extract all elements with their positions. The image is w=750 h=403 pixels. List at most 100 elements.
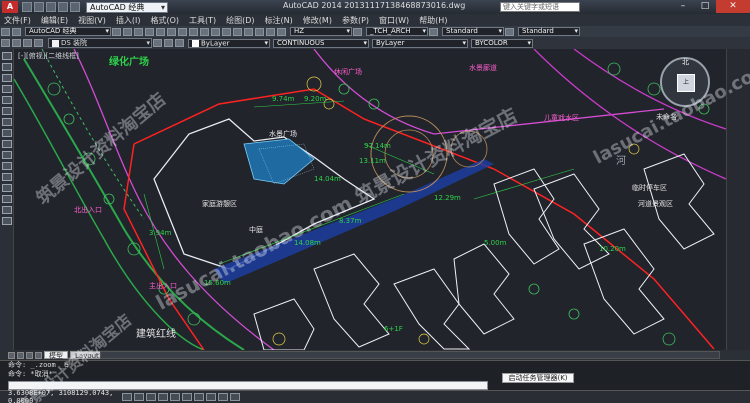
tab-prev-icon[interactable] (17, 351, 24, 359)
redo-icon[interactable] (70, 2, 80, 12)
tool-icon[interactable] (1, 27, 10, 36)
spline-icon[interactable] (1, 118, 12, 126)
new-icon[interactable] (22, 2, 32, 12)
grid-icon[interactable] (134, 393, 144, 401)
region-icon[interactable] (1, 195, 12, 203)
viewport-controls-label[interactable]: [-][俯视][二维线框] (18, 51, 79, 61)
app-menu-button[interactable]: A (2, 1, 18, 13)
polyline-icon[interactable] (1, 63, 12, 71)
mtext-icon[interactable] (1, 217, 12, 225)
tab-next-icon[interactable] (26, 351, 33, 359)
menu-parametric[interactable]: 参数(P) (342, 15, 369, 26)
transparency-icon[interactable] (230, 393, 240, 401)
tool-icon[interactable] (134, 27, 143, 36)
lock-icon[interactable] (34, 39, 43, 47)
dim-style-dropdown[interactable]: _TCH_ARCH (366, 27, 428, 36)
menu-window[interactable]: 窗口(W) (379, 15, 409, 26)
plotstyle-dropdown[interactable]: BYCOLOR (471, 38, 533, 48)
tool-icon[interactable] (266, 27, 275, 36)
tool-icon[interactable] (211, 27, 220, 36)
menu-dimension[interactable]: 标注(N) (265, 15, 293, 26)
table-icon[interactable] (1, 206, 12, 214)
ducs-icon[interactable] (194, 393, 204, 401)
menu-format[interactable]: 格式(O) (150, 15, 179, 26)
make-block-icon[interactable] (1, 151, 12, 159)
save-icon[interactable] (46, 2, 56, 12)
text-style-dropdown[interactable]: HZ (290, 27, 352, 36)
tab-last-icon[interactable] (35, 351, 42, 359)
tab-first-icon[interactable] (8, 351, 15, 359)
linetype-dropdown[interactable]: CONTINUOUS (273, 38, 369, 48)
tool-icon[interactable] (156, 27, 165, 36)
menu-insert[interactable]: 插入(I) (116, 15, 141, 26)
color-dropdown[interactable]: ByLayer (188, 38, 270, 48)
search-input[interactable]: 键入关键字或短语 (500, 2, 580, 12)
layer-previous-icon[interactable] (153, 39, 162, 47)
viewcube[interactable]: 北 上 (660, 57, 710, 107)
mleader-style-dropdown[interactable]: Standard (518, 27, 580, 36)
ellipse-icon[interactable] (1, 129, 12, 137)
tool-icon[interactable] (505, 27, 514, 36)
rectangle-icon[interactable] (1, 85, 12, 93)
tool-icon[interactable] (178, 27, 187, 36)
drawing-canvas[interactable]: [-][俯视][二维线框] 绿化广场 休闲广场 儿童戏水区 家庭游憩区 水景广场… (14, 49, 726, 350)
otrack-icon[interactable] (182, 393, 192, 401)
lineweight-dropdown[interactable]: ByLayer (372, 38, 468, 48)
workspace-select[interactable]: AutoCAD 经典 (86, 1, 168, 13)
menu-modify[interactable]: 修改(M) (303, 15, 332, 26)
menu-draw[interactable]: 绘图(D) (226, 15, 254, 26)
osnap-icon[interactable] (170, 393, 180, 401)
tool-icon[interactable] (145, 27, 154, 36)
menu-tools[interactable]: 工具(T) (189, 15, 216, 26)
menu-edit[interactable]: 编辑(E) (41, 15, 68, 26)
tab-model[interactable]: 模型 (44, 351, 68, 360)
task-manager-tooltip[interactable]: 启动任务管理器(K) (502, 373, 574, 383)
coordinate-readout[interactable]: 3.6308E+07, 3108129.0743, 0.0000 (0, 389, 120, 403)
sun-icon[interactable] (23, 39, 32, 47)
tool-icon[interactable] (277, 27, 286, 36)
tool-icon[interactable] (222, 27, 231, 36)
tool-icon[interactable] (200, 27, 209, 36)
lineweight-icon[interactable] (218, 393, 228, 401)
dyn-icon[interactable] (206, 393, 216, 401)
viewcube-top-face[interactable]: 上 (677, 74, 695, 92)
menu-file[interactable]: 文件(F) (4, 15, 31, 26)
insert-block-icon[interactable] (1, 140, 12, 148)
ucs-menu[interactable]: 未命名 (656, 112, 677, 122)
maximize-button[interactable]: □ (694, 0, 716, 13)
point-icon[interactable] (1, 162, 12, 170)
close-button[interactable]: ✕ (716, 0, 750, 13)
tool-icon[interactable] (353, 27, 362, 36)
snap-icon[interactable] (122, 393, 132, 401)
tool-icon[interactable] (167, 27, 176, 36)
match-layer-icon[interactable] (175, 39, 184, 47)
tool-icon[interactable] (429, 27, 438, 36)
open-icon[interactable] (34, 2, 44, 12)
tool-icon[interactable] (233, 27, 242, 36)
horizontal-scrollbar[interactable] (100, 351, 720, 359)
gradient-icon[interactable] (1, 184, 12, 192)
tool-icon[interactable] (244, 27, 253, 36)
workspace-dropdown[interactable]: AutoCAD 经典 (25, 27, 111, 36)
layer-dropdown[interactable]: DS 装院 (48, 38, 152, 48)
tool-icon[interactable] (112, 27, 121, 36)
tool-icon[interactable] (123, 27, 132, 36)
tool-icon[interactable] (189, 27, 198, 36)
tool-icon[interactable] (255, 27, 264, 36)
layer-manager-icon[interactable] (1, 39, 10, 47)
lightbulb-icon[interactable] (12, 39, 21, 47)
layer-state-icon[interactable] (164, 39, 173, 47)
menu-view[interactable]: 视图(V) (78, 15, 106, 26)
polar-icon[interactable] (158, 393, 168, 401)
tool-icon[interactable] (12, 27, 21, 36)
minimize-button[interactable]: – (672, 0, 694, 13)
polygon-icon[interactable] (1, 74, 12, 82)
hatch-icon[interactable] (1, 173, 12, 181)
arc-icon[interactable] (1, 96, 12, 104)
circle-icon[interactable] (1, 107, 12, 115)
line-icon[interactable] (1, 52, 12, 60)
menu-help[interactable]: 帮助(H) (419, 15, 447, 26)
ortho-icon[interactable] (146, 393, 156, 401)
table-style-dropdown[interactable]: Standard (442, 27, 504, 36)
undo-icon[interactable] (58, 2, 68, 12)
